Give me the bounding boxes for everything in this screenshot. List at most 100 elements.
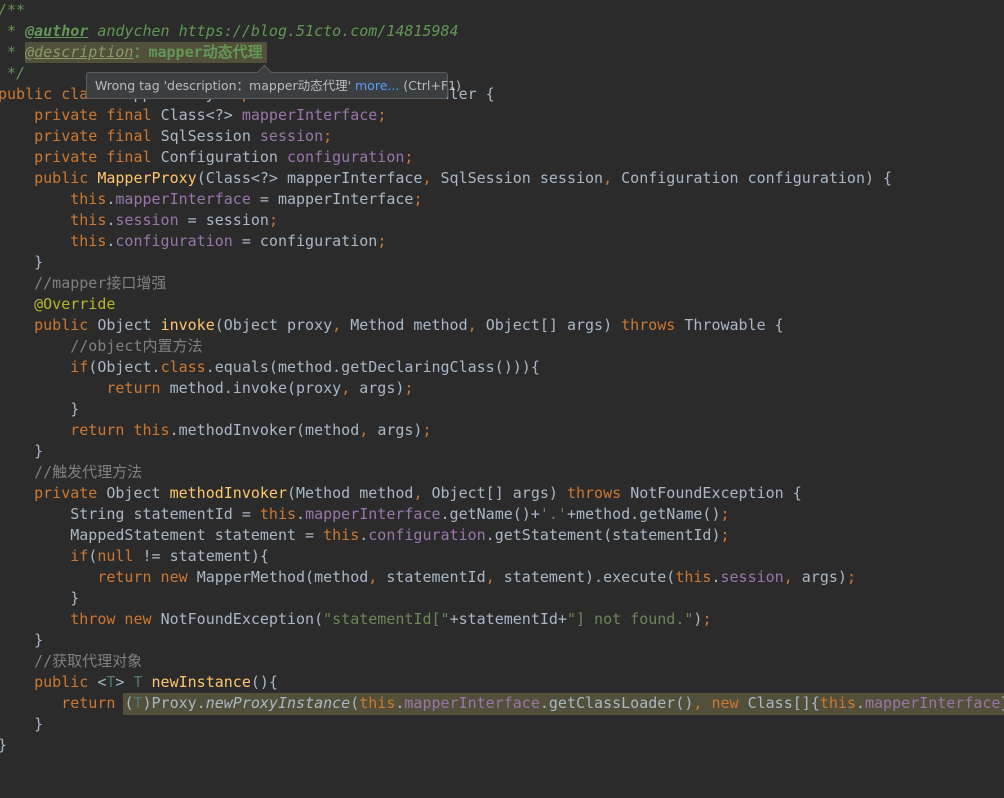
tooltip-more-link[interactable]: more... xyxy=(355,78,399,93)
code-token: T xyxy=(133,694,143,712)
code-token: this xyxy=(0,232,107,250)
code-line[interactable]: throw new NotFoundException("statementId… xyxy=(0,609,711,630)
code-token: this xyxy=(675,568,712,586)
code-line[interactable]: return (T)Proxy.newProxyInstance(this.ma… xyxy=(0,693,1004,714)
code-token: class xyxy=(160,358,206,376)
code-line[interactable]: //mapper接口增强 xyxy=(0,273,166,294)
code-line[interactable]: return method.invoke(proxy, args); xyxy=(0,378,413,399)
code-token: newInstance xyxy=(151,673,251,691)
code-token: } xyxy=(0,253,44,271)
code-token: , xyxy=(413,484,432,502)
code-token: configuration xyxy=(368,526,486,544)
code-line[interactable]: this.session = session; xyxy=(0,210,278,231)
code-token: SqlSession xyxy=(160,127,260,145)
code-line[interactable]: return new MapperMethod(method, statemen… xyxy=(0,567,856,588)
code-line[interactable]: public MapperProxy(Class<?> mapperInterf… xyxy=(0,168,892,189)
code-token: private xyxy=(0,484,107,502)
code-token: @description xyxy=(25,43,134,61)
code-token: (Method method xyxy=(287,484,414,502)
code-editor[interactable]: /** * @author andychen https://blog.51ct… xyxy=(0,0,1004,798)
code-token: } xyxy=(0,589,80,607)
code-line[interactable]: //获取代理对象 xyxy=(0,651,142,672)
code-token: NotFoundException { xyxy=(630,484,802,502)
code-token: Class[]{ xyxy=(747,694,820,712)
code-token: //object内置方法 xyxy=(0,337,203,355)
code-line[interactable]: } xyxy=(0,630,43,651)
code-line[interactable]: } xyxy=(0,588,79,609)
code-line[interactable]: private Object methodInvoker(Method meth… xyxy=(0,483,802,504)
code-line[interactable]: } xyxy=(0,714,43,735)
code-token: methodInvoker xyxy=(169,484,287,502)
code-token: /** xyxy=(0,1,26,19)
code-token: "] not found." xyxy=(566,610,694,628)
code-token: } xyxy=(0,400,80,418)
code-token: ( xyxy=(350,694,360,712)
code-token: this xyxy=(0,190,107,208)
code-token: } xyxy=(0,631,44,649)
code-token: Class<?> xyxy=(160,106,242,124)
code-token: MappedStatement statement = xyxy=(0,526,324,544)
code-token: ; xyxy=(846,568,856,586)
code-token: .methodInvoker(method xyxy=(169,421,360,439)
code-line[interactable]: } xyxy=(0,252,43,273)
code-line[interactable]: /** xyxy=(0,0,25,21)
code-token: return xyxy=(0,379,170,397)
code-line[interactable]: //触发代理方法 xyxy=(0,462,142,483)
code-token: return new xyxy=(0,568,197,586)
code-token: , xyxy=(341,379,360,397)
code-token: (Object proxy xyxy=(214,316,333,334)
code-token: ; xyxy=(413,190,423,208)
code-line[interactable]: */ xyxy=(0,63,25,84)
code-token: != statement){ xyxy=(142,547,269,565)
code-token: = session xyxy=(187,211,269,229)
code-line[interactable]: * @description：mapper动态代理 xyxy=(0,42,263,63)
code-line[interactable]: this.configuration = configuration; xyxy=(0,231,386,252)
code-token: , xyxy=(368,568,387,586)
code-token: throws xyxy=(621,316,685,334)
code-line[interactable]: String statementId = this.mapperInterfac… xyxy=(0,504,729,525)
code-line[interactable]: public Object invoke(Object proxy, Metho… xyxy=(0,315,784,336)
code-line[interactable]: this.mapperInterface = mapperInterface; xyxy=(0,189,422,210)
code-line[interactable]: } xyxy=(0,735,7,756)
code-line[interactable]: } xyxy=(0,399,79,420)
inspection-tooltip: Wrong tag 'description：mapper动态代理' more.… xyxy=(86,64,461,99)
code-token: andychen https://blog.51cto.com/14815984 xyxy=(88,22,459,40)
code-line[interactable]: public <T> T newInstance(){ xyxy=(0,672,278,693)
code-token: invoke xyxy=(160,316,215,334)
code-token: ; xyxy=(323,127,333,145)
code-token: throw new xyxy=(0,610,161,628)
code-token: , xyxy=(422,169,441,187)
code-token: private final xyxy=(0,106,161,124)
code-token: .equals(method.getDeclaringClass())){ xyxy=(205,358,540,376)
code-token: session xyxy=(259,127,324,145)
code-line[interactable]: @Override xyxy=(0,294,115,315)
code-token: } xyxy=(0,715,44,733)
code-line[interactable]: //object内置方法 xyxy=(0,336,203,357)
code-line[interactable]: private final SqlSession session; xyxy=(0,126,332,147)
code-token: return xyxy=(0,694,125,712)
code-token: ; xyxy=(404,148,414,166)
code-line[interactable]: } xyxy=(0,441,43,462)
code-token: mapperInterface xyxy=(241,106,378,124)
code-line[interactable]: MappedStatement statement = this.configu… xyxy=(0,525,730,546)
code-token: '.' xyxy=(539,505,567,523)
code-line[interactable]: private final Class<?> mapperInterface; xyxy=(0,105,386,126)
code-token: .getName()+ xyxy=(440,505,540,523)
code-line[interactable]: if(Object.class.equals(method.getDeclari… xyxy=(0,357,540,378)
code-token: > xyxy=(115,673,134,691)
code-token: "statementId[" xyxy=(323,610,450,628)
code-token: args) xyxy=(377,421,423,439)
code-token: , xyxy=(485,568,504,586)
code-line[interactable]: private final Configuration configuratio… xyxy=(0,147,413,168)
code-token: if xyxy=(0,547,89,565)
code-line[interactable]: return this.methodInvoker(method, args); xyxy=(0,420,431,441)
code-token: ; xyxy=(377,106,387,124)
code-line[interactable]: if(null != statement){ xyxy=(0,546,269,567)
tooltip-shortcut: (Ctrl+F1) xyxy=(399,78,461,93)
code-token: //mapper接口增强 xyxy=(0,274,167,292)
code-token: .getClassLoader() xyxy=(539,694,694,712)
code-token: } xyxy=(0,736,7,754)
code-token: ; xyxy=(720,526,730,544)
code-line[interactable]: * @author andychen https://blog.51cto.co… xyxy=(0,21,459,42)
code-token: = mapperInterface xyxy=(259,190,414,208)
